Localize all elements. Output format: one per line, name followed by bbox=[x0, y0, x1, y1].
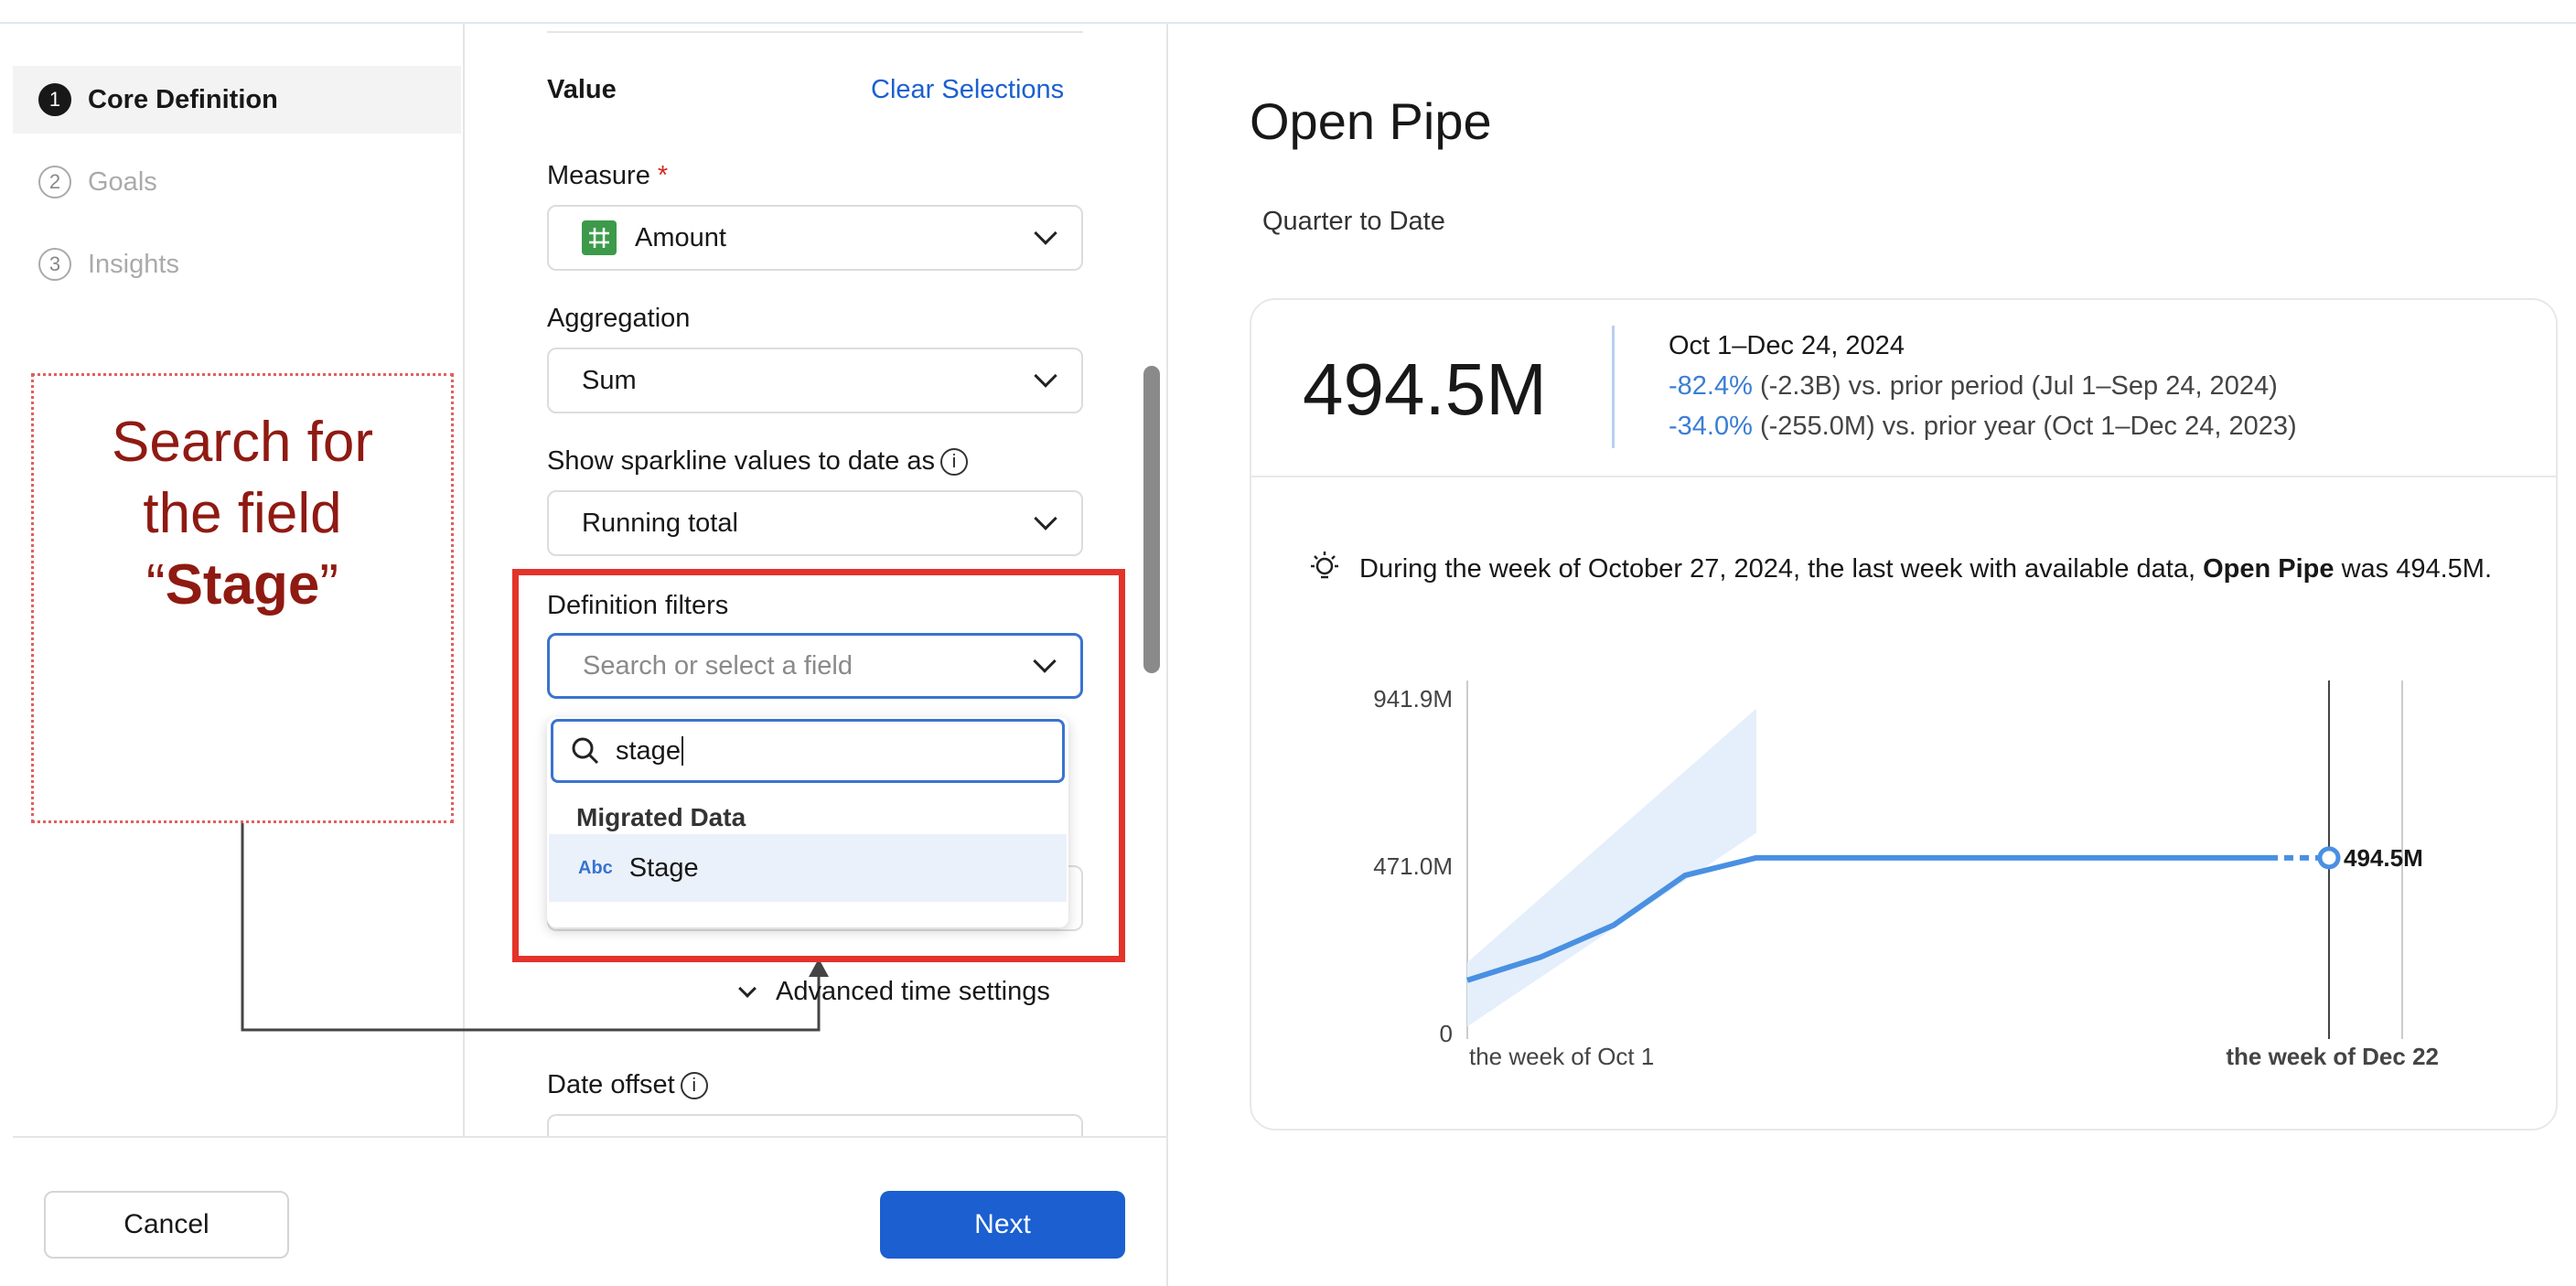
section-title: Value bbox=[547, 75, 617, 104]
x-tick-label: the week of Oct 1 bbox=[1469, 1043, 1654, 1070]
quote-close: ” bbox=[319, 553, 339, 616]
sparkline-label: Show sparkline values to date as i bbox=[547, 446, 968, 477]
annotation-text: Search for the field “Stage” bbox=[34, 407, 451, 621]
insight-text: During the week of October 27, 2024, the… bbox=[1359, 549, 2494, 589]
measure-label-text: Measure bbox=[547, 161, 650, 190]
y-tick-label: 941.9M bbox=[1373, 685, 1453, 713]
annotation-field-line: “Stage” bbox=[34, 550, 451, 621]
date-offset-label-text: Date offset bbox=[547, 1070, 675, 1099]
insight-pre: During the week of October 27, 2024, the… bbox=[1359, 554, 2204, 584]
annotation-line: Search for bbox=[111, 411, 374, 474]
date-offset-label: Date offset i bbox=[547, 1070, 708, 1100]
comparison-pct: -34.0% bbox=[1669, 412, 1753, 441]
metric-period: Quarter to Date bbox=[1262, 207, 1445, 236]
annotation-box: Search for the field “Stage” bbox=[31, 373, 454, 823]
measure-value: Amount bbox=[635, 222, 726, 252]
card-divider bbox=[1251, 476, 2556, 477]
divider bbox=[463, 24, 465, 1138]
measure-label: Measure * bbox=[547, 161, 668, 191]
step-core-definition[interactable]: 1 Core Definition bbox=[13, 66, 461, 134]
step-insights[interactable]: 3 Insights bbox=[13, 230, 461, 298]
number-field-icon bbox=[582, 220, 617, 255]
insight-post: was 494.5M. bbox=[2334, 554, 2493, 584]
section-divider bbox=[547, 31, 1083, 33]
date-offset-field[interactable] bbox=[547, 1114, 1083, 1136]
step-number: 2 bbox=[38, 166, 71, 198]
metric-value: 494.5M bbox=[1303, 348, 1547, 430]
lightbulb-icon bbox=[1311, 552, 1338, 579]
metric-title: Open Pipe bbox=[1250, 92, 1492, 150]
comparison-text: (-255.0M) vs. prior year (Oct 1–Dec 24, … bbox=[1752, 412, 2297, 441]
highlight-box bbox=[512, 569, 1125, 962]
chevron-down-icon bbox=[1034, 364, 1057, 388]
step-label: Goals bbox=[88, 166, 157, 197]
step-label: Core Definition bbox=[88, 84, 278, 114]
prior-period-comparison: -82.4% (-2.3B) vs. prior period (Jul 1–S… bbox=[1669, 371, 2278, 402]
prior-year-comparison: -34.0% (-255.0M) vs. prior year (Oct 1–D… bbox=[1669, 412, 2297, 442]
x-tick-label: the week of Dec 22 bbox=[2226, 1043, 2439, 1070]
sparkline-select[interactable]: Running total bbox=[547, 490, 1083, 556]
quote-open: “ bbox=[145, 553, 166, 616]
chevron-down-icon bbox=[1034, 221, 1057, 245]
chevron-down-icon bbox=[1034, 507, 1057, 530]
sparkline-value: Running total bbox=[582, 508, 738, 538]
comparison-pct: -82.4% bbox=[1669, 371, 1753, 401]
info-icon[interactable]: i bbox=[680, 1072, 708, 1100]
end-value-label: 494.5M bbox=[2344, 844, 2423, 872]
footer-divider bbox=[13, 1136, 1167, 1138]
info-icon[interactable]: i bbox=[939, 448, 968, 477]
current-point bbox=[2317, 846, 2341, 870]
sparkline-label-text: Show sparkline values to date as bbox=[547, 446, 935, 476]
date-range: Oct 1–Dec 24, 2024 bbox=[1669, 331, 1905, 360]
advanced-label: Advanced time settings bbox=[776, 977, 1050, 1006]
value-divider bbox=[1612, 326, 1615, 448]
insight-bold: Open Pipe bbox=[2203, 554, 2334, 584]
measure-select[interactable]: Amount bbox=[547, 205, 1083, 271]
divider bbox=[1166, 24, 1168, 1286]
aggregation-value: Sum bbox=[582, 365, 637, 395]
advanced-time-settings-toggle[interactable]: Advanced time settings bbox=[738, 977, 1050, 1007]
comparison-text: (-2.3B) vs. prior period (Jul 1–Sep 24, … bbox=[1752, 371, 2278, 401]
top-border bbox=[0, 0, 2576, 24]
annotation-line: the field bbox=[143, 482, 342, 545]
wizard-steps: 1 Core Definition 2 Goals 3 Insights bbox=[13, 66, 461, 313]
sparkline-chart: 494.5M 941.9M 471.0M 0 the week of Oct 1 the … bbox=[1373, 681, 2439, 1070]
step-label: Insights bbox=[88, 249, 179, 279]
annotation-field: Stage bbox=[165, 553, 320, 616]
cancel-button[interactable]: Cancel bbox=[44, 1191, 289, 1259]
step-number: 3 bbox=[38, 248, 71, 281]
next-button[interactable]: Next bbox=[880, 1191, 1125, 1259]
step-number: 1 bbox=[38, 83, 71, 116]
y-tick-label: 471.0M bbox=[1373, 852, 1453, 880]
aggregation-label: Aggregation bbox=[547, 304, 691, 333]
y-tick-label: 0 bbox=[1440, 1020, 1453, 1047]
step-goals[interactable]: 2 Goals bbox=[13, 148, 461, 216]
scrollbar[interactable] bbox=[1143, 366, 1160, 673]
clear-selections-link[interactable]: Clear Selections bbox=[871, 75, 1064, 105]
aggregation-select[interactable]: Sum bbox=[547, 348, 1083, 413]
required-marker: * bbox=[657, 161, 669, 190]
chevron-down-icon bbox=[738, 979, 757, 998]
